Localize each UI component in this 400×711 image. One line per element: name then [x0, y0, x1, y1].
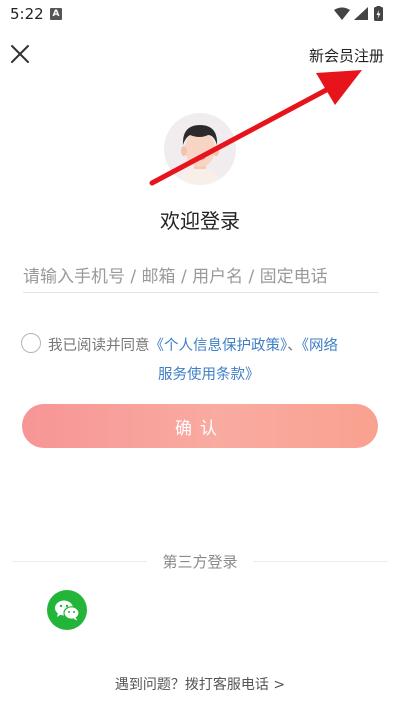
agreement-checkbox[interactable] [21, 333, 41, 353]
status-time: 5:22 [10, 5, 44, 23]
close-icon [11, 45, 29, 63]
status-bar: 5:22 A [0, 0, 400, 28]
terms-link-part1[interactable]: 《网络 [302, 338, 338, 354]
page-title: 欢迎登录 [160, 209, 240, 233]
customer-service-link[interactable]: 遇到问题？拨打客服电话 > [0, 674, 400, 694]
agreement-separator: 、 [287, 338, 302, 354]
agreement-prefix: 我已阅读并同意 [48, 338, 150, 354]
terms-link-part2[interactable]: 服务使用条款》 [158, 367, 260, 383]
account-input-wrapper [23, 262, 378, 293]
wechat-icon [55, 600, 80, 621]
avatar [164, 113, 236, 185]
divider-right [253, 561, 388, 562]
wechat-login-button[interactable] [47, 590, 87, 630]
register-link[interactable]: 新会员注册 [309, 45, 384, 66]
avatar-icon [164, 113, 236, 185]
confirm-button[interactable]: 确认 [22, 404, 378, 448]
agreement-text: 我已阅读并同意《个人信息保护政策》、《网络 服务使用条款》 [48, 332, 383, 390]
wifi-icon [334, 7, 350, 20]
signal-icon [354, 7, 368, 20]
notification-a-icon: A [50, 8, 62, 20]
status-icons [334, 6, 383, 21]
close-button[interactable] [8, 42, 32, 66]
account-input[interactable] [23, 262, 378, 292]
privacy-policy-link[interactable]: 《个人信息保护政策》 [150, 338, 288, 354]
